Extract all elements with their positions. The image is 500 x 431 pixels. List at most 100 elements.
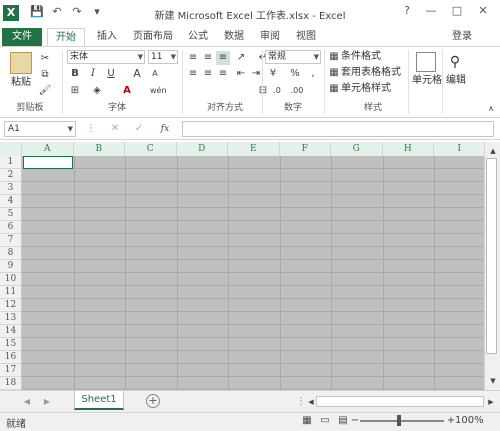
tab-formulas[interactable]: 公式 [184,28,212,46]
sheet-tab-sheet1[interactable]: Sheet1 [74,391,124,410]
number-format-select[interactable]: 常规 ▼ [265,50,321,64]
borders-icon[interactable]: ⊞ [68,84,82,98]
format-painter-icon[interactable]: 🖌 [38,84,52,98]
align-top-icon[interactable]: ≡ [186,51,200,65]
orientation-icon[interactable]: ↗ [234,51,248,65]
tab-view[interactable]: 视图 [292,28,320,46]
font-color-icon[interactable]: A [120,84,134,98]
format-table-icon[interactable]: ▦ [327,66,341,80]
insert-function-icon[interactable]: fx [158,122,172,136]
column-header[interactable]: D [176,142,228,156]
conditional-format-icon[interactable]: ▦ [327,50,341,64]
percent-button[interactable]: % [288,67,302,81]
column-header[interactable]: F [279,142,331,156]
underline-button[interactable]: U [104,67,118,81]
row-header[interactable]: 10 [0,273,22,286]
row-header[interactable]: 17 [0,364,22,377]
cells-button[interactable]: 单元格 [410,74,444,88]
cell-styles-button[interactable]: 单元格样式 [341,82,403,96]
grow-font-button[interactable]: A [130,67,144,81]
column-header[interactable]: A [22,142,74,156]
merge-center-icon[interactable]: ⊟ [256,84,270,98]
column-header[interactable]: E [228,142,280,156]
tab-review[interactable]: 审阅 [256,28,284,46]
cancel-entry-icon[interactable]: ✕ [108,122,122,136]
add-sheet-button[interactable]: + [146,394,160,408]
redo-icon[interactable]: ↷ [70,5,84,19]
row-header[interactable]: 4 [0,195,22,208]
login-link[interactable]: 登录 [452,28,480,46]
row-header[interactable]: 2 [0,169,22,182]
next-sheet-icon[interactable]: ▶ [40,395,54,409]
select-all-corner[interactable] [0,142,22,156]
restore-button[interactable]: □ [446,2,468,20]
close-button[interactable]: ✕ [472,2,494,20]
collapse-ribbon-icon[interactable]: ∧ [484,102,498,116]
increase-indent-icon[interactable]: ⇥ [249,67,263,81]
horizontal-scrollbar[interactable] [316,396,484,407]
tab-page-layout[interactable]: 页面布局 [128,28,178,46]
row-header[interactable]: 12 [0,299,22,312]
zoom-slider[interactable] [360,420,444,422]
tab-data[interactable]: 数据 [220,28,248,46]
tab-insert[interactable]: 插入 [92,28,122,46]
row-header[interactable]: 11 [0,286,22,299]
row-header[interactable]: 5 [0,208,22,221]
fill-color-icon[interactable]: ◈ [90,84,104,98]
phonetic-icon[interactable]: wén [150,84,167,98]
row-header[interactable]: 8 [0,247,22,260]
italic-button[interactable]: I [86,67,100,81]
row-header[interactable]: 7 [0,234,22,247]
align-left-icon[interactable]: ≡ [186,67,200,81]
vertical-scroll-thumb[interactable] [486,158,497,354]
increase-decimal-icon[interactable]: .0 [270,84,284,98]
zoom-level[interactable]: 100% [455,415,484,426]
row-header[interactable]: 3 [0,182,22,195]
cells-icon[interactable] [416,52,436,72]
column-header[interactable]: I [434,142,486,156]
row-header[interactable]: 14 [0,325,22,338]
zoom-slider-thumb[interactable] [397,415,401,426]
decrease-indent-icon[interactable]: ⇤ [234,67,248,81]
scroll-down-icon[interactable]: ▼ [486,374,500,388]
formula-input[interactable] [182,121,494,137]
copy-icon[interactable]: ⧉ [38,68,52,82]
tab-file[interactable]: 文件 [2,28,42,46]
align-center-icon[interactable]: ≡ [201,67,215,81]
prev-sheet-icon[interactable]: ◀ [20,395,34,409]
row-header[interactable]: 18 [0,377,22,390]
column-header[interactable]: G [331,142,383,156]
customize-qat-icon[interactable]: ▾ [90,5,104,19]
align-bottom-icon[interactable]: ≡ [216,51,230,65]
currency-icon[interactable]: ¥ [266,67,280,81]
tab-home[interactable]: 开始 [47,28,85,46]
column-header[interactable]: B [73,142,125,156]
undo-icon[interactable]: ↶ [50,5,64,19]
cut-icon[interactable]: ✂ [38,52,52,66]
row-header[interactable]: 1 [0,156,22,169]
save-icon[interactable]: 💾 [30,5,44,19]
conditional-format-button[interactable]: 条件格式 [341,50,403,64]
shrink-font-button[interactable]: A [148,67,162,81]
editing-button[interactable]: 编辑 [444,74,468,88]
confirm-entry-icon[interactable]: ✓ [132,122,146,136]
scroll-right-icon[interactable]: ▶ [484,395,498,409]
active-cell[interactable] [23,156,73,169]
row-header[interactable]: 13 [0,312,22,325]
decrease-decimal-icon[interactable]: .00 [290,84,304,98]
cell-styles-icon[interactable]: ▦ [327,82,341,96]
help-button[interactable]: ? [396,2,418,20]
font-size-select[interactable]: 11 ▼ [148,50,178,64]
align-middle-icon[interactable]: ≡ [201,51,215,65]
row-header[interactable]: 6 [0,221,22,234]
row-header[interactable]: 9 [0,260,22,273]
bold-button[interactable]: B [68,67,82,81]
column-header[interactable]: H [382,142,434,156]
name-box[interactable]: A1 ▼ [4,121,76,137]
font-name-select[interactable]: 宋体 ▼ [67,50,145,64]
comma-button[interactable]: , [306,67,320,81]
row-header[interactable]: 16 [0,351,22,364]
page-layout-view-icon[interactable]: ▭ [318,414,332,428]
binoculars-icon[interactable]: ⚲ [446,52,464,72]
column-header[interactable]: C [125,142,177,156]
